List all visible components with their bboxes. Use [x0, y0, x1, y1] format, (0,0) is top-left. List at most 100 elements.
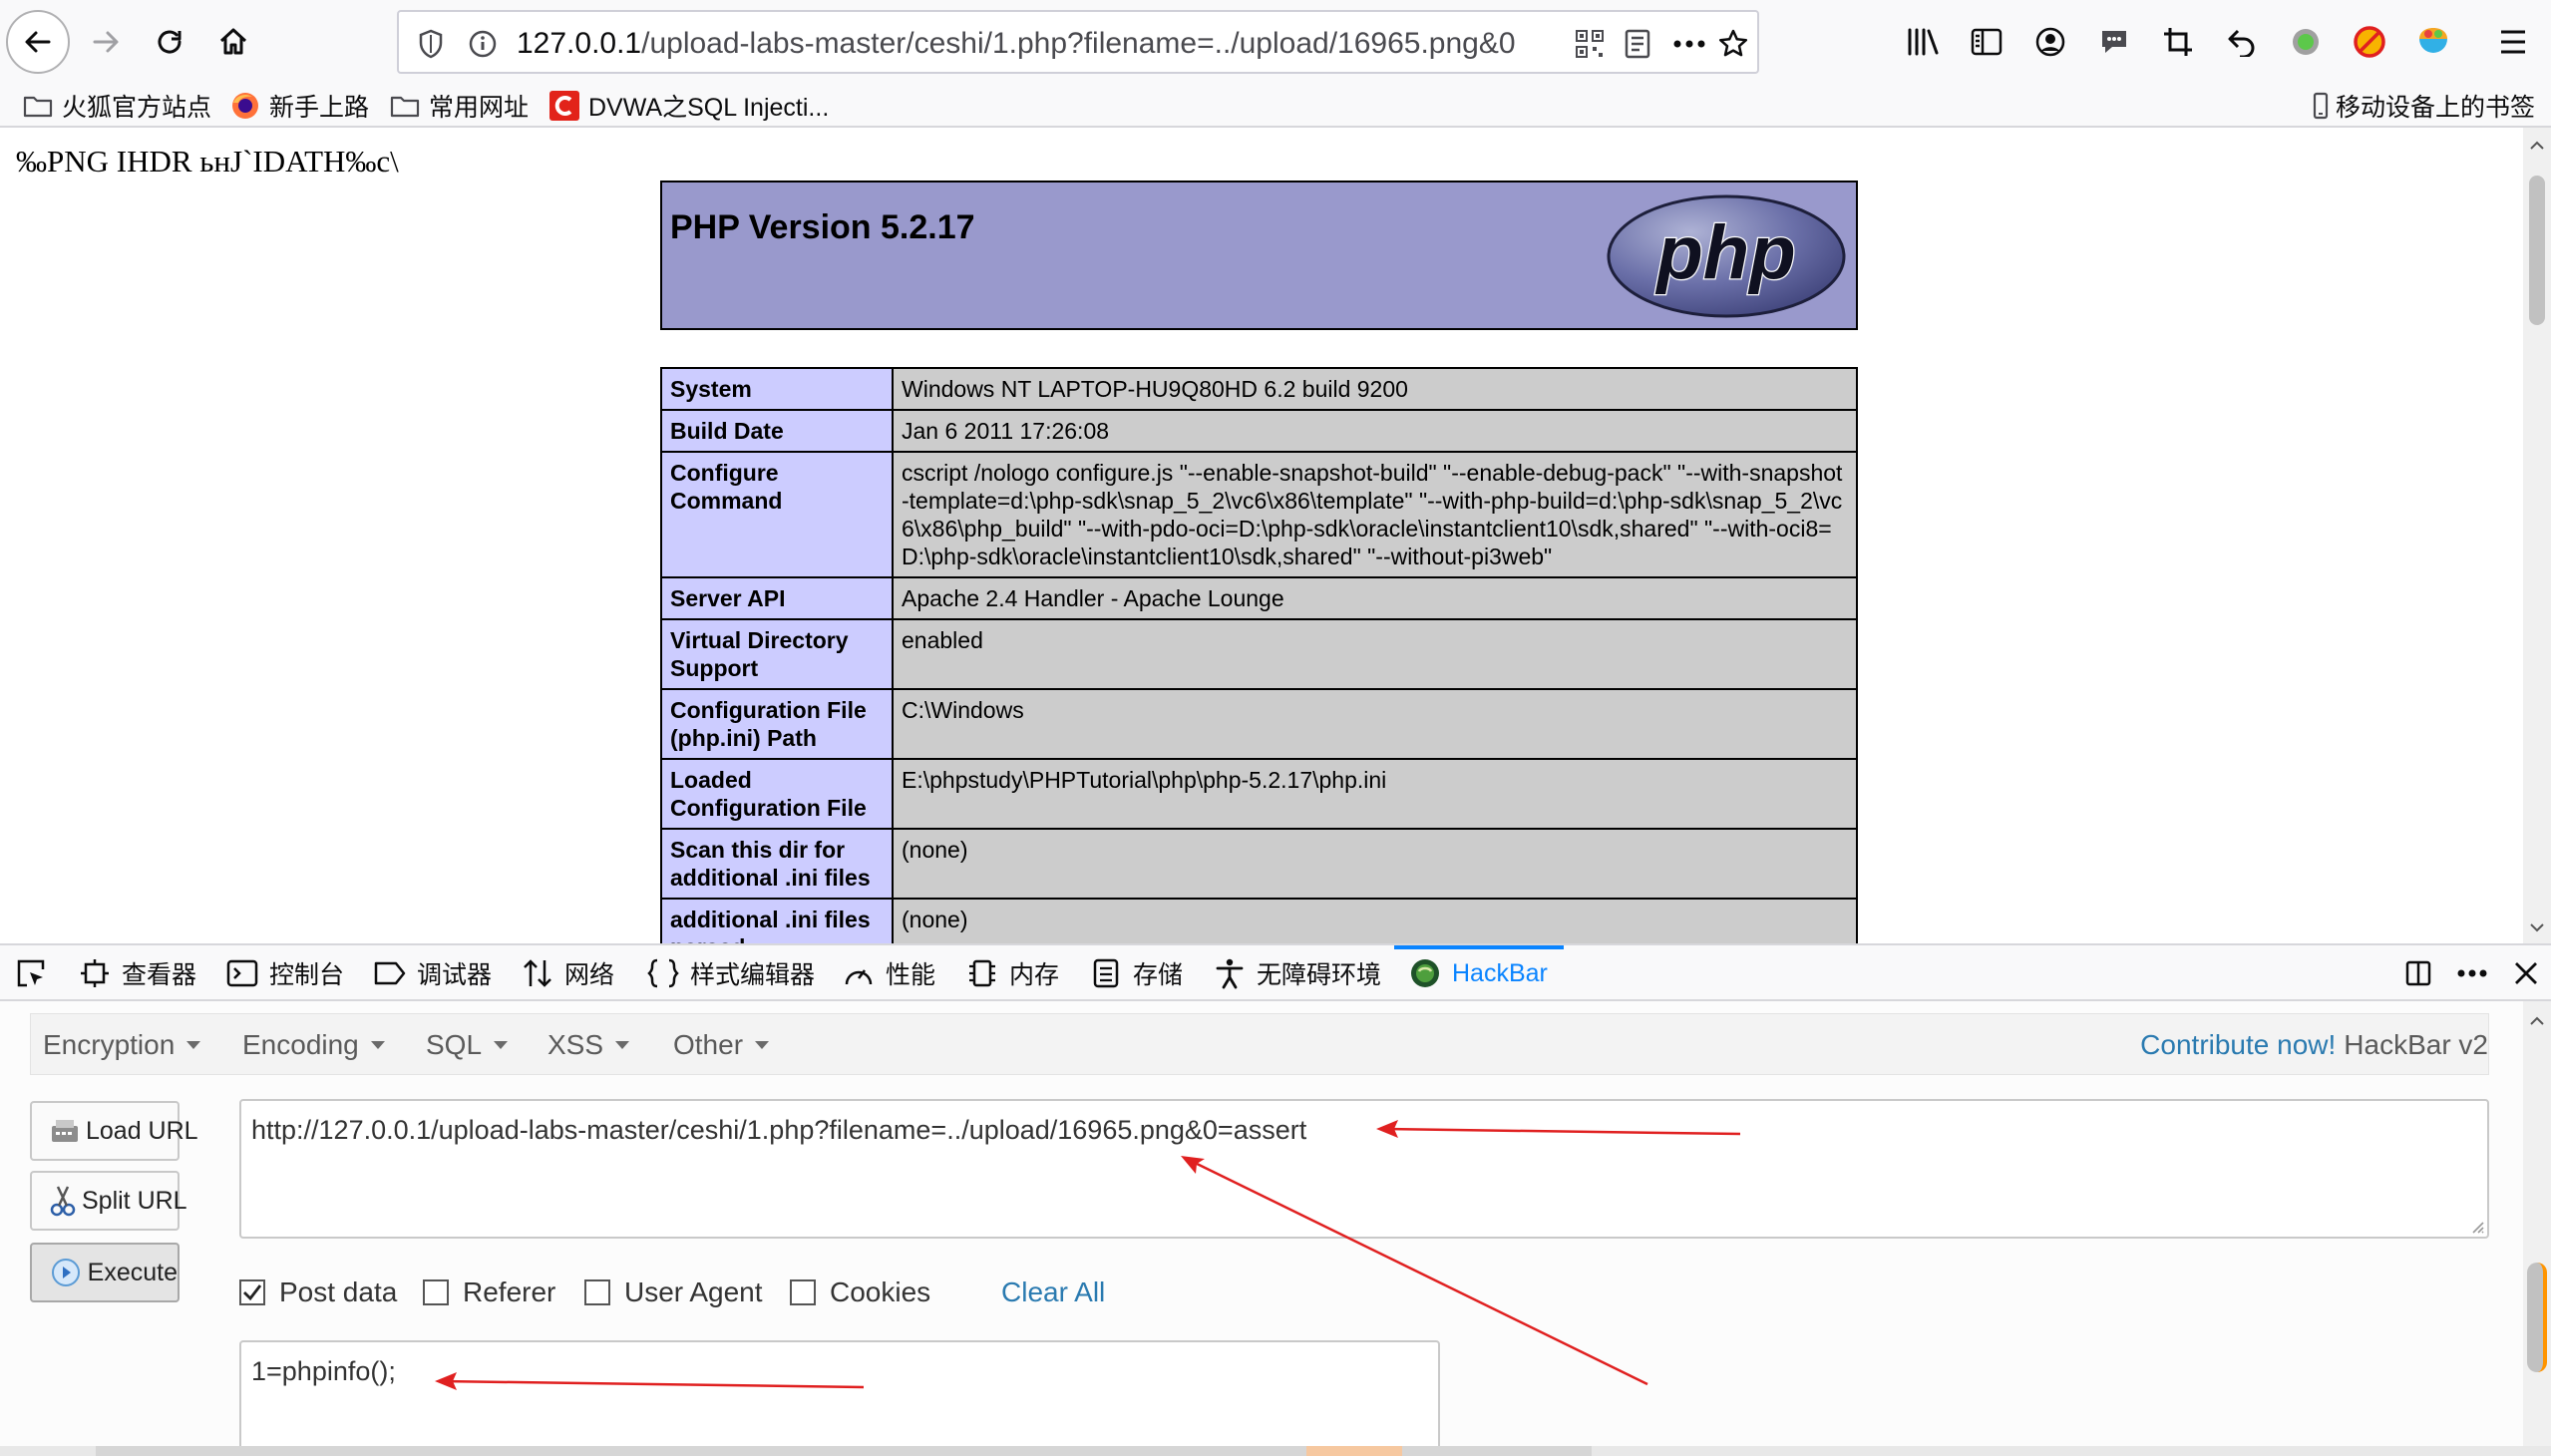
devtools-options-button[interactable] [2455, 945, 2499, 1001]
extension-blocker-icon[interactable] [2346, 18, 2393, 66]
mobile-bookmarks-label: 移动设备上的书签 [2336, 94, 2536, 122]
bookmark-item[interactable]: 新手上路 [229, 84, 369, 128]
url-text[interactable]: 127.0.0.1/upload-labs-master/ceshi/1.php… [517, 26, 1574, 62]
element-picker-button[interactable] [14, 945, 58, 1001]
clear-all-link[interactable]: Clear All [1001, 1273, 1105, 1312]
tab-performance[interactable]: 性能 [842, 945, 935, 1001]
account-icon[interactable] [2026, 18, 2074, 66]
tab-network[interactable]: 网络 [521, 945, 614, 1001]
dock-toggle-button[interactable] [2401, 945, 2445, 1001]
qr-code-icon[interactable] [1572, 26, 1608, 62]
more-actions-icon[interactable] [1671, 26, 1707, 62]
split-url-label: Split URL [82, 1186, 187, 1215]
png-header-text: ‰PNG IHDR ьнJ`IDATH‰c\ [16, 144, 399, 179]
devtools-close-button[interactable] [2509, 945, 2551, 1001]
tracking-shield-icon[interactable] [413, 26, 449, 62]
home-button[interactable] [209, 18, 257, 66]
contribute-link[interactable]: Contribute now! [2140, 1029, 2336, 1061]
menu-encryption[interactable]: Encryption [43, 1014, 201, 1076]
tab-memory[interactable]: 内存 [965, 945, 1059, 1001]
split-url-button[interactable]: Split URL [30, 1171, 187, 1231]
tab-hackbar[interactable]: HackBar [1408, 945, 1548, 1001]
user-agent-checkbox[interactable]: User Agent [584, 1273, 763, 1312]
console-icon [225, 956, 259, 990]
bookmark-item[interactable]: 火狐官方站点 [22, 84, 211, 128]
checkbox-label: Referer [463, 1276, 556, 1307]
crop-screenshot-icon[interactable] [2154, 18, 2202, 66]
checkbox-unchecked-icon[interactable] [584, 1279, 610, 1305]
caret-down-icon [186, 1041, 201, 1049]
info-value: cscript /nologo configure.js "--enable-s… [892, 451, 1858, 578]
bottom-strip-segment [1306, 1446, 1402, 1456]
resize-grip-icon[interactable] [2467, 1217, 2485, 1235]
scroll-down-icon[interactable] [2529, 919, 2545, 935]
scroll-up-icon[interactable] [2529, 138, 2545, 154]
referer-checkbox[interactable]: Referer [423, 1273, 555, 1312]
menu-xss[interactable]: XSS [547, 1014, 630, 1076]
extension-colorful-icon[interactable] [2409, 18, 2457, 66]
sidebar-icon[interactable] [1963, 18, 2010, 66]
page-scroll-thumb[interactable] [2529, 176, 2545, 325]
post-data-textarea[interactable]: 1=phpinfo(); [239, 1340, 1440, 1456]
reload-button[interactable] [146, 18, 193, 66]
home-icon [219, 28, 247, 55]
table-row: System Windows NT LAPTOP-HU9Q80HD 6.2 bui… [660, 367, 1858, 411]
info-key: System [660, 367, 894, 411]
forward-button[interactable] [82, 18, 130, 66]
bookmark-star-icon[interactable] [1715, 26, 1751, 62]
tab-console[interactable]: 控制台 [225, 945, 344, 1001]
bookmarks-bar: 火狐官方站点 新手上路 常用网址 DVWA之SQL Injecti... 移动设… [0, 84, 2551, 128]
tab-storage[interactable]: 存储 [1089, 945, 1183, 1001]
reader-view-icon[interactable] [1620, 26, 1655, 62]
menu-other[interactable]: Other [673, 1014, 770, 1076]
tab-label: 样式编辑器 [690, 961, 816, 989]
site-info-icon[interactable] [465, 26, 501, 62]
php-info-table: System Windows NT LAPTOP-HU9Q80HD 6.2 bui… [660, 367, 1858, 943]
bookmark-item[interactable]: DVWA之SQL Injecti... [548, 84, 829, 128]
bookmark-item[interactable]: 常用网址 [389, 84, 529, 128]
hackbar-menu-bar: Encryption Encoding SQL XSS Other Contri… [30, 1013, 2489, 1075]
tab-inspector[interactable]: 查看器 [78, 945, 196, 1001]
url-path: /upload-labs-master/ceshi/1.php?filename… [641, 27, 1516, 60]
tab-style-editor[interactable]: 样式编辑器 [646, 945, 815, 1001]
extension-green-dot-icon[interactable] [2282, 18, 2330, 66]
back-button[interactable] [6, 10, 70, 74]
arrow-right-icon [93, 31, 119, 53]
menu-label: XSS [547, 1029, 604, 1060]
tab-debugger[interactable]: 调试器 [373, 945, 492, 1001]
page-content: ‰PNG IHDR ьнJ`IDATH‰c\ PHP Version 5.2.1… [0, 128, 2523, 943]
tab-accessibility[interactable]: 无障碍环境 [1213, 945, 1381, 1001]
devtools-scroll-thumb[interactable] [2527, 1263, 2547, 1372]
checkbox-unchecked-icon[interactable] [423, 1279, 449, 1305]
post-data-value: 1=phpinfo(); [251, 1356, 396, 1386]
chat-bubble-icon[interactable] [2090, 18, 2138, 66]
table-row: Build Date Jan 6 2011 17:26:08 [660, 409, 1858, 453]
caret-down-icon [370, 1041, 385, 1049]
library-icon[interactable] [1899, 18, 1947, 66]
execute-button[interactable]: Execute [30, 1243, 180, 1302]
load-url-button[interactable]: Load URL [30, 1101, 198, 1161]
hackbar-version: HackBar v2 [2344, 1029, 2488, 1060]
tab-label: 无障碍环境 [1257, 961, 1382, 989]
menu-sql[interactable]: SQL [426, 1014, 509, 1076]
firefox-icon [229, 90, 261, 122]
menu-label: SQL [426, 1029, 483, 1060]
url-textarea[interactable]: http://127.0.0.1/upload-labs-master/cesh… [239, 1099, 2489, 1239]
checkbox-checked-icon[interactable] [239, 1279, 265, 1305]
info-value: E:\phpstudy\PHPTutorial\php\php-5.2.17\p… [892, 758, 1858, 830]
dock-side-icon [2401, 956, 2435, 990]
menu-encoding[interactable]: Encoding [242, 1014, 385, 1076]
scroll-up-icon[interactable] [2529, 1013, 2545, 1029]
element-picker-icon [14, 956, 48, 990]
url-bar[interactable]: 127.0.0.1/upload-labs-master/ceshi/1.php… [397, 10, 1759, 74]
cookies-checkbox[interactable]: Cookies [790, 1273, 930, 1312]
page-scrollbar[interactable] [2523, 128, 2551, 943]
arrow-left-icon [25, 31, 51, 53]
performance-icon [842, 956, 876, 990]
devtools-scrollbar[interactable] [2523, 1001, 2551, 1456]
post-data-checkbox[interactable]: Post data [239, 1273, 397, 1312]
checkbox-unchecked-icon[interactable] [790, 1279, 816, 1305]
mobile-bookmarks[interactable]: 移动设备上的书签 [2310, 84, 2535, 128]
hamburger-menu-icon[interactable] [2489, 18, 2537, 66]
undo-arrow-icon[interactable] [2218, 18, 2266, 66]
